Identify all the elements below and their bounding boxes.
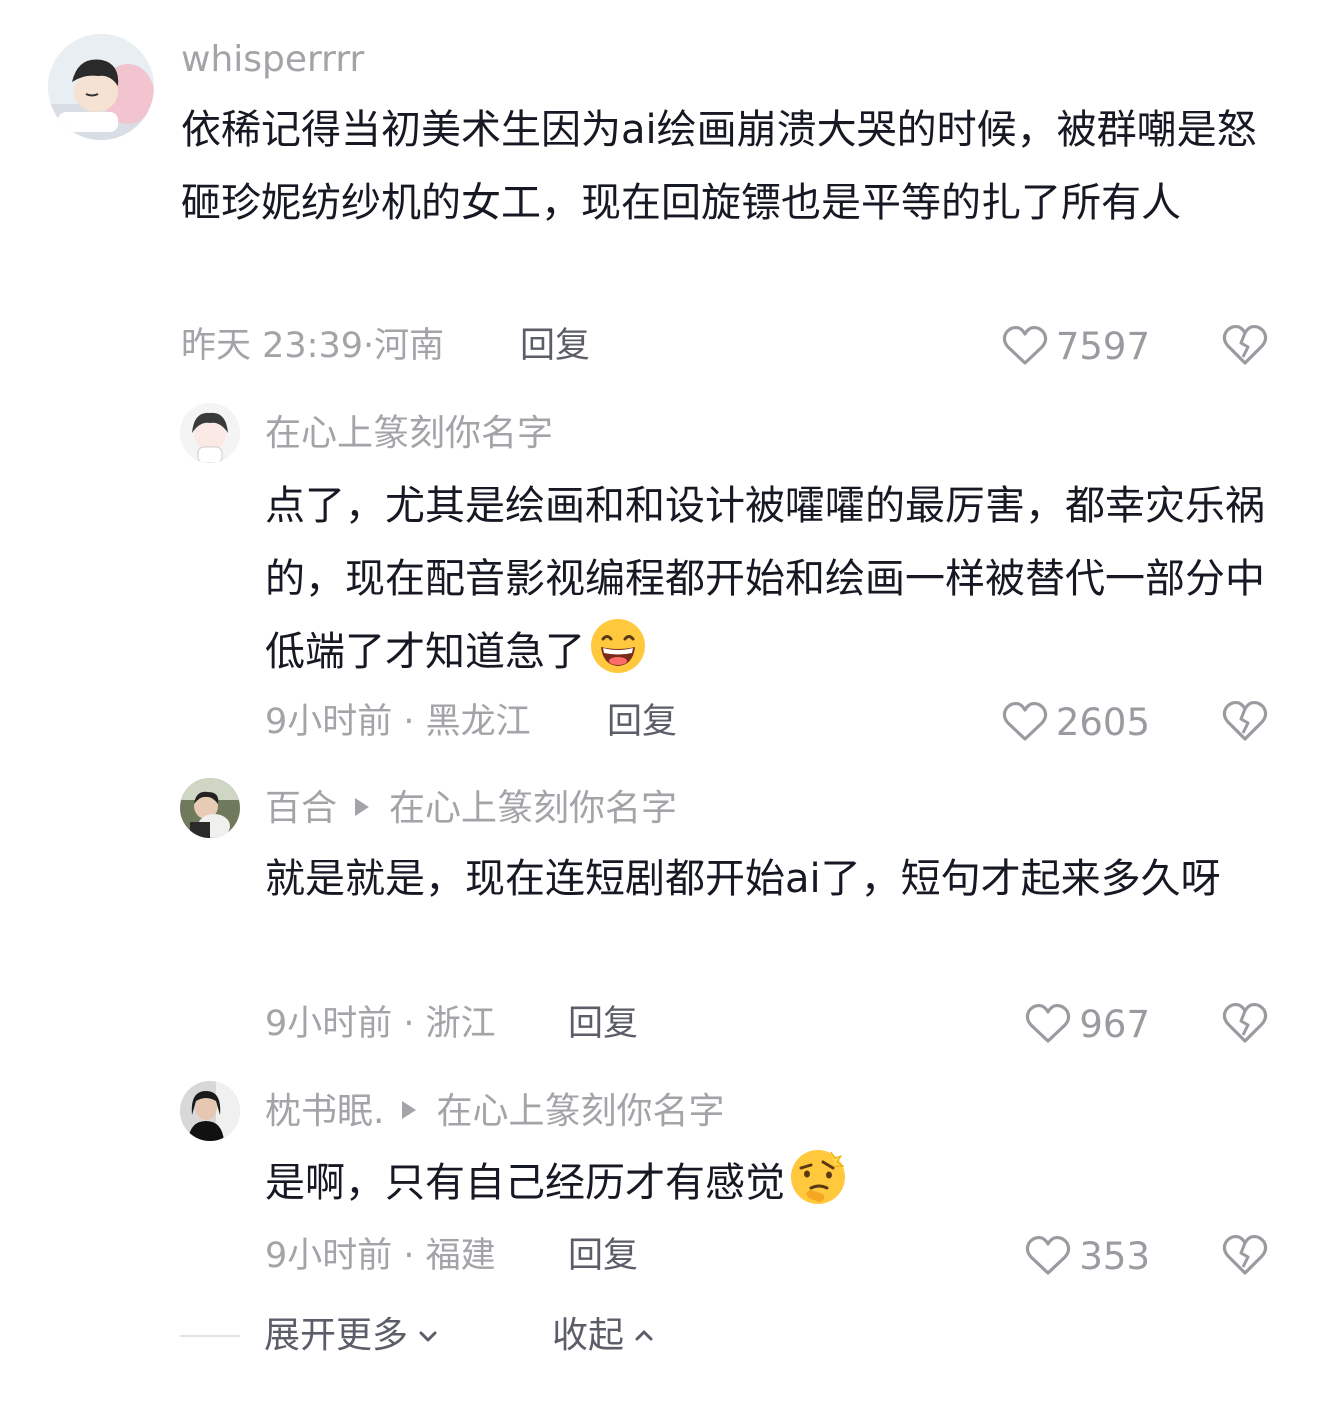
comment-meta: 9小时前 · 福建 [265,1239,496,1274]
reply-button[interactable]: 回复 [568,1239,638,1274]
avatar[interactable] [180,1081,240,1141]
broken-heart-icon [1222,1234,1268,1275]
divider-line [180,1335,240,1337]
comment-text-body: 是啊，只有自己经历才有感觉 [265,1160,785,1206]
heart-outline-icon [1026,1235,1071,1275]
dislike-button[interactable] [1222,1233,1268,1277]
thinking-face-emoji [791,1150,845,1204]
comment-text: 是啊，只有自己经历才有感觉 [265,1147,1275,1220]
reply-target[interactable]: 在心上篆刻你名字 [436,1091,724,1132]
like-count: 353 [1079,1234,1150,1278]
comment-username: 枕书眠. 在心上篆刻你名字 [265,1094,724,1130]
expand-more-button[interactable]: 展开更多 [264,1316,440,1356]
like-button[interactable]: 353 [1025,1235,1150,1277]
chevron-up-icon [635,1330,653,1341]
collapse-label: 收起 [552,1315,625,1356]
meta-separator: · [392,1236,426,1276]
comment-time: 9小时前 [265,1236,393,1276]
reply-author[interactable]: 枕书眠. [265,1091,384,1132]
reply-arrow-icon [402,1101,417,1119]
comment-item: 枕书眠. 在心上篆刻你名字 是啊，只有自己经历才有感觉 9小时前 · 福建 回复 … [0,0,1320,1290]
expand-more-label: 展开更多 [264,1315,409,1356]
chevron-down-icon [419,1331,437,1342]
collapse-button[interactable]: 收起 [552,1316,656,1356]
comment-location: 福建 [425,1236,496,1276]
replies-footer: 展开更多 收起 [0,1316,1320,1356]
